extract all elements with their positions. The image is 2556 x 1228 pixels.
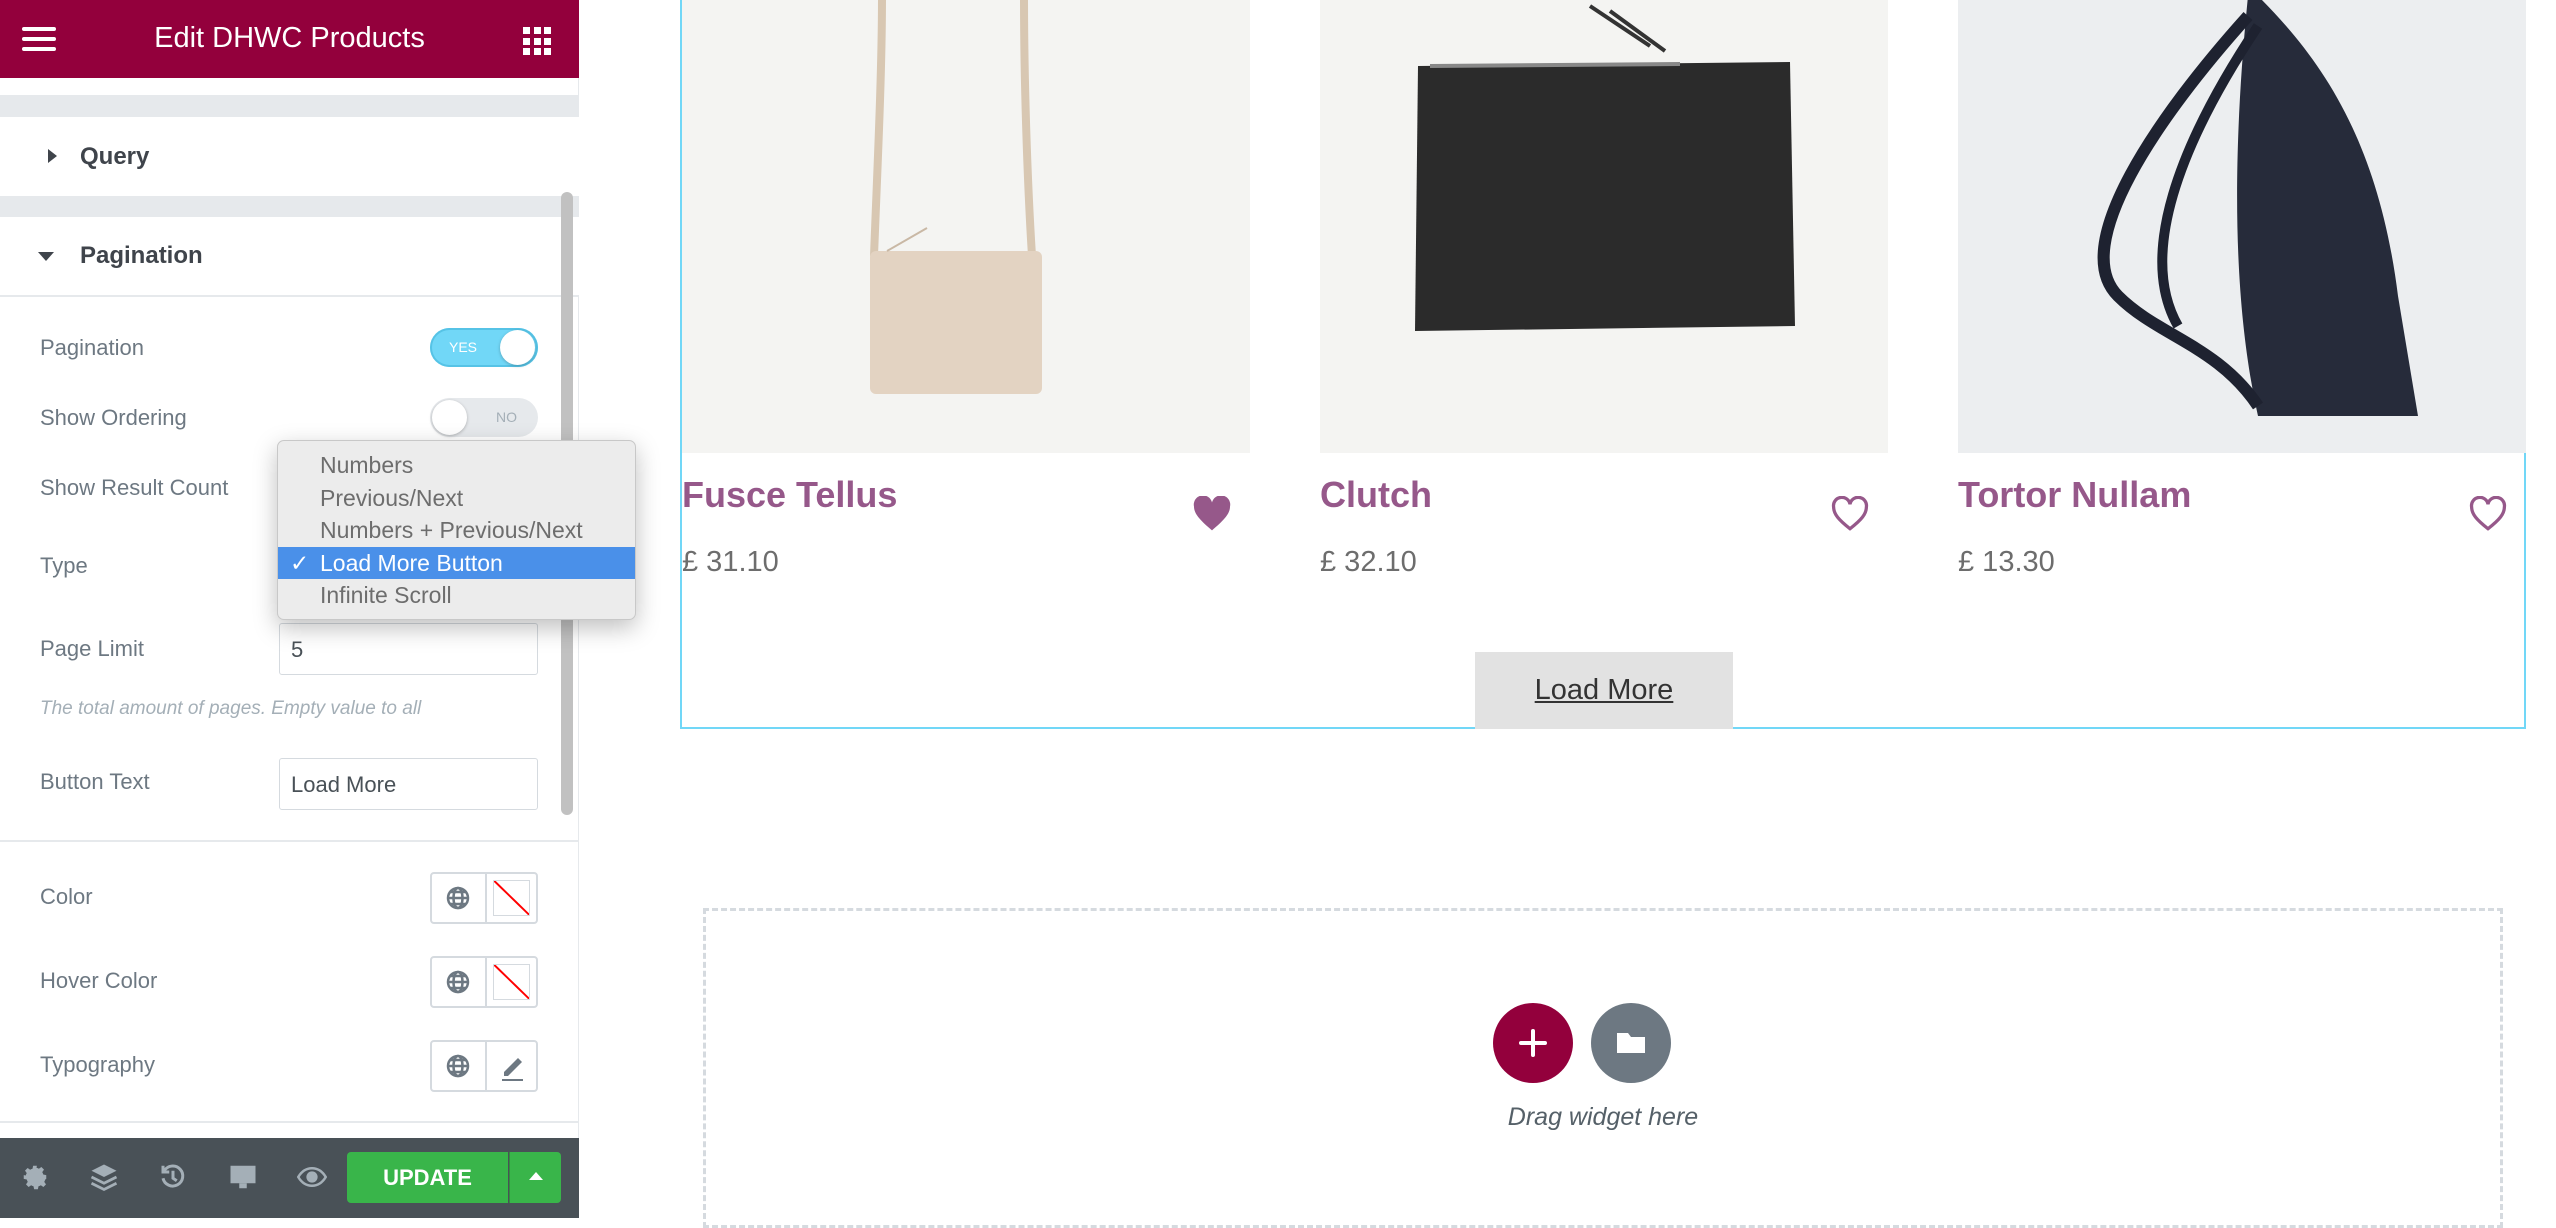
history-icon[interactable] xyxy=(158,1162,188,1192)
page-limit-label: Page Limit xyxy=(40,636,144,661)
hover-color-label: Hover Color xyxy=(40,968,158,993)
button-text-label: Button Text xyxy=(40,769,150,794)
product-card[interactable]: Fusce Tellus £ 31.10 xyxy=(682,0,1250,578)
type-option[interactable]: Previous/Next xyxy=(278,482,635,515)
page-limit-help: The total amount of pages. Empty value t… xyxy=(40,698,422,719)
type-option-selected[interactable]: ✓ Load More Button xyxy=(278,546,635,579)
caret-down-icon xyxy=(38,252,54,261)
section-separator xyxy=(0,95,579,117)
pagination-toggle[interactable]: YES xyxy=(430,328,538,367)
add-template-button[interactable] xyxy=(1591,1003,1671,1083)
toggle-state: YES xyxy=(449,339,478,355)
section-query-label: Query xyxy=(80,143,150,170)
type-option[interactable]: Numbers xyxy=(278,449,635,482)
folder-icon xyxy=(1617,1033,1645,1053)
product-image[interactable] xyxy=(682,0,1250,453)
products-widget[interactable]: Fusce Tellus £ 31.10 Clutch £ 32.10 Tort… xyxy=(680,0,2526,729)
product-price: £ 32.10 xyxy=(1320,546,1417,578)
type-option[interactable]: Numbers + Previous/Next xyxy=(278,514,635,547)
preview-canvas: Fusce Tellus £ 31.10 Clutch £ 32.10 Tort… xyxy=(580,0,2556,1228)
section-pagination[interactable]: Pagination xyxy=(0,217,579,297)
color-label: Color xyxy=(40,884,93,909)
product-image[interactable] xyxy=(1320,0,1888,453)
drag-widget-hint: Drag widget here xyxy=(1507,1103,1699,1131)
product-card[interactable]: Clutch £ 32.10 xyxy=(1320,0,1888,578)
panel-header: Edit DHWC Products xyxy=(0,0,579,78)
panel-title: Edit DHWC Products xyxy=(154,22,425,54)
toggle-state: NO xyxy=(496,409,517,425)
product-title[interactable]: Clutch xyxy=(1320,474,1432,516)
edit-typography-button[interactable] xyxy=(485,1042,538,1090)
caret-up-icon xyxy=(529,1172,543,1180)
section-pagination-label: Pagination xyxy=(80,242,203,269)
color-picker-button[interactable] xyxy=(485,958,538,1006)
product-title[interactable]: Tortor Nullam xyxy=(1958,474,2191,516)
divider xyxy=(0,1121,579,1123)
section-query[interactable]: Query xyxy=(0,117,579,196)
heart-outline-icon[interactable] xyxy=(1830,496,1870,532)
color-control xyxy=(430,872,538,924)
show-ordering-label: Show Ordering xyxy=(40,405,187,430)
panel-footer: UPDATE xyxy=(0,1138,579,1218)
show-ordering-toggle[interactable]: NO xyxy=(430,398,538,437)
typography-control xyxy=(430,1040,538,1092)
empty-color-swatch xyxy=(493,964,530,1000)
heart-outline-icon[interactable] xyxy=(2468,496,2508,532)
gear-icon[interactable] xyxy=(20,1162,50,1192)
globe-icon xyxy=(446,970,470,994)
save-options-button[interactable] xyxy=(509,1152,561,1203)
product-image[interactable] xyxy=(1958,0,2526,453)
empty-color-swatch xyxy=(493,880,530,916)
product-price: £ 31.10 xyxy=(682,546,779,578)
desktop-icon[interactable] xyxy=(228,1162,258,1192)
section-separator xyxy=(0,196,579,217)
grid-icon[interactable] xyxy=(523,27,551,55)
global-colors-button[interactable] xyxy=(432,874,485,922)
divider xyxy=(0,840,579,842)
hover-color-control xyxy=(430,956,538,1008)
color-picker-button[interactable] xyxy=(485,874,538,922)
checkmark-icon: ✓ xyxy=(290,549,310,576)
type-label: Type xyxy=(40,553,88,578)
load-more-button[interactable]: Load More xyxy=(1475,652,1733,729)
plus-icon xyxy=(1519,1029,1547,1057)
heart-filled-icon[interactable] xyxy=(1192,496,1232,532)
layers-icon[interactable] xyxy=(89,1162,119,1192)
editor-panel: Edit DHWC Products Query Pagination Pagi… xyxy=(0,0,636,1218)
page-limit-input[interactable]: 5 xyxy=(279,623,538,675)
globe-icon xyxy=(446,1054,470,1078)
add-section-button[interactable] xyxy=(1493,1003,1573,1083)
type-select-dropdown[interactable]: Numbers Previous/Next Numbers + Previous… xyxy=(277,440,636,620)
type-option[interactable]: Infinite Scroll xyxy=(278,579,635,612)
product-card[interactable]: Tortor Nullam £ 13.30 xyxy=(1958,0,2526,578)
pagination-label: Pagination xyxy=(40,335,144,360)
button-text-input[interactable]: Load More xyxy=(279,758,538,810)
caret-right-icon xyxy=(48,149,57,163)
empty-section-dropzone[interactable]: Drag widget here xyxy=(703,908,2503,1228)
update-button[interactable]: UPDATE xyxy=(347,1152,508,1203)
option-label: Load More Button xyxy=(320,549,503,576)
product-title[interactable]: Fusce Tellus xyxy=(682,474,897,516)
typography-label: Typography xyxy=(40,1052,155,1077)
pencil-icon xyxy=(502,1058,523,1081)
show-result-count-label: Show Result Count xyxy=(40,475,229,500)
global-colors-button[interactable] xyxy=(432,958,485,1006)
eye-icon[interactable] xyxy=(297,1162,327,1192)
globe-icon xyxy=(446,886,470,910)
product-price: £ 13.30 xyxy=(1958,546,2055,578)
global-fonts-button[interactable] xyxy=(432,1042,485,1090)
